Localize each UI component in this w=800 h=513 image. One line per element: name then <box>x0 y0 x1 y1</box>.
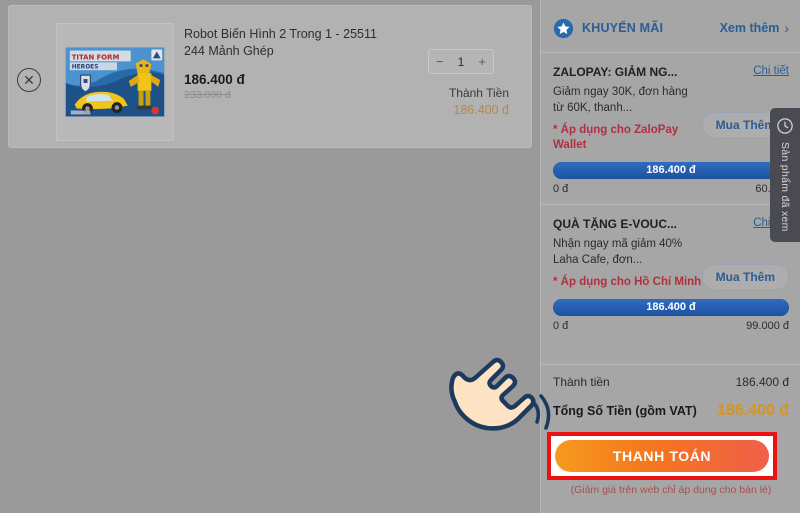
promotion-body: Giảm ngay 30K, đơn hàng từ 60K, thanh...… <box>553 84 789 153</box>
line-total-value: 186.400 đ <box>453 103 509 117</box>
pay-button[interactable]: THANH TOÁN <box>555 440 769 472</box>
grand-total-value: 186.400 đ <box>716 402 789 419</box>
line-total-label: Thành Tiền <box>448 86 509 100</box>
star-circle-icon <box>553 18 574 38</box>
svg-text:HEROES: HEROES <box>72 65 99 71</box>
progress-scale-max: 99.000 đ <box>746 320 789 332</box>
progress-scale: 0 đ 60.000 <box>553 183 789 195</box>
quantity-increase-button[interactable]: + <box>478 54 486 69</box>
recently-viewed-label: Sản phẩm đã xem <box>779 142 791 232</box>
promotion-body: Nhận ngay mã giảm 40% Laha Cafe, đơn... … <box>553 236 789 290</box>
close-glyph: ✕ <box>23 72 35 88</box>
promotion-progress: 186.400 đ 0 đ 60.000 <box>553 162 789 195</box>
promotion-head-row: ZALOPAY: GIẢM NG... Chi tiết <box>553 53 789 79</box>
clock-icon <box>777 118 793 134</box>
product-old-price: 233.000 đ <box>184 89 231 101</box>
promotion-note: * Áp dụng cho ZaloPay Wallet <box>553 124 679 151</box>
promotion-name: ZALOPAY: GIẢM NG... <box>553 65 678 79</box>
buy-more-button[interactable]: Mua Thêm <box>701 264 789 290</box>
progress-label: 186.400 đ <box>646 164 696 176</box>
cart-item-card: ✕ TITAN FORM HEROES Robot Biến Hình 2 Tr… <box>8 5 532 148</box>
progress-scale-min: 0 đ <box>553 183 569 195</box>
promotion-item: ZALOPAY: GIẢM NG... Chi tiết Giảm ngay 3… <box>541 52 800 202</box>
promotion-header: KHUYẾN MÃI Xem thêm › <box>541 10 800 46</box>
progress-bar: 186.400 đ <box>553 162 789 179</box>
subtotal-label: Thành tiền <box>553 375 610 389</box>
pay-button-highlight: THANH TOÁN <box>547 432 777 480</box>
promotion-title: KHUYẾN MÃI <box>582 21 664 35</box>
grand-total-row: Tổng Số Tiền (gồm VAT) 186.400 đ <box>553 402 789 420</box>
progress-scale: 0 đ 99.000 đ <box>553 320 789 332</box>
product-thumbnail[interactable]: TITAN FORM HEROES <box>56 23 174 141</box>
subtotal-row: Thành tiền 186.400 đ <box>553 365 789 389</box>
promotion-description: Nhận ngay mã giảm 40% Laha Cafe, đơn... <box>553 238 683 266</box>
product-info: Robot Biến Hình 2 Trong 1 - 25511 244 Mả… <box>184 26 399 101</box>
chevron-right-icon: › <box>784 20 789 36</box>
promotion-note: * Áp dụng cho Hồ Chí Minh <box>553 276 702 288</box>
product-price: 186.400 đ <box>184 72 245 87</box>
promotion-detail-link[interactable]: Chi tiết <box>753 65 789 77</box>
grand-total-label: Tổng Số Tiền (gồm VAT) <box>553 404 697 418</box>
subtotal-value: 186.400 đ <box>735 375 789 389</box>
product-title: Robot Biến Hình 2 Trong 1 - 25511 244 Mả… <box>184 27 377 58</box>
line-total: Thành Tiền 186.400 đ <box>399 86 509 117</box>
quantity-value: 1 <box>457 54 465 69</box>
promotion-name: QUÀ TẶNG E-VOUC... <box>553 217 678 231</box>
svg-text:TITAN FORM: TITAN FORM <box>72 53 120 61</box>
quantity-stepper[interactable]: − 1 + <box>428 49 494 74</box>
close-circle-icon[interactable]: ✕ <box>17 68 41 92</box>
promotion-head-row: QUÀ TẶNG E-VOUC... Chi tiết <box>553 205 789 231</box>
pay-note: (Giảm giá trên web chỉ áp dụng cho bán l… <box>570 484 772 496</box>
product-image: TITAN FORM HEROES <box>57 24 173 140</box>
recently-viewed-tab[interactable]: Sản phẩm đã xem <box>770 108 800 242</box>
see-more-label: Xem thêm <box>719 21 780 35</box>
promotion-item: QUÀ TẶNG E-VOUC... Chi tiết Nhận ngay mã… <box>541 204 800 356</box>
see-more-link[interactable]: Xem thêm › <box>720 20 789 36</box>
checkout-page: ✕ TITAN FORM HEROES Robot Biến Hình 2 Tr… <box>0 0 800 513</box>
progress-bar: 186.400 đ <box>553 299 789 316</box>
progress-label: 186.400 đ <box>646 301 696 313</box>
quantity-decrease-button[interactable]: − <box>436 54 444 69</box>
progress-scale-min: 0 đ <box>553 320 569 332</box>
promotion-progress: 186.400 đ 0 đ 99.000 đ <box>553 299 789 332</box>
cart-column: ✕ TITAN FORM HEROES Robot Biến Hình 2 Tr… <box>0 0 540 513</box>
totals-section: Thành tiền 186.400 đ Tổng Số Tiền (gồm V… <box>541 364 800 420</box>
promotion-description: Giảm ngay 30K, đơn hàng từ 60K, thanh... <box>553 86 688 114</box>
